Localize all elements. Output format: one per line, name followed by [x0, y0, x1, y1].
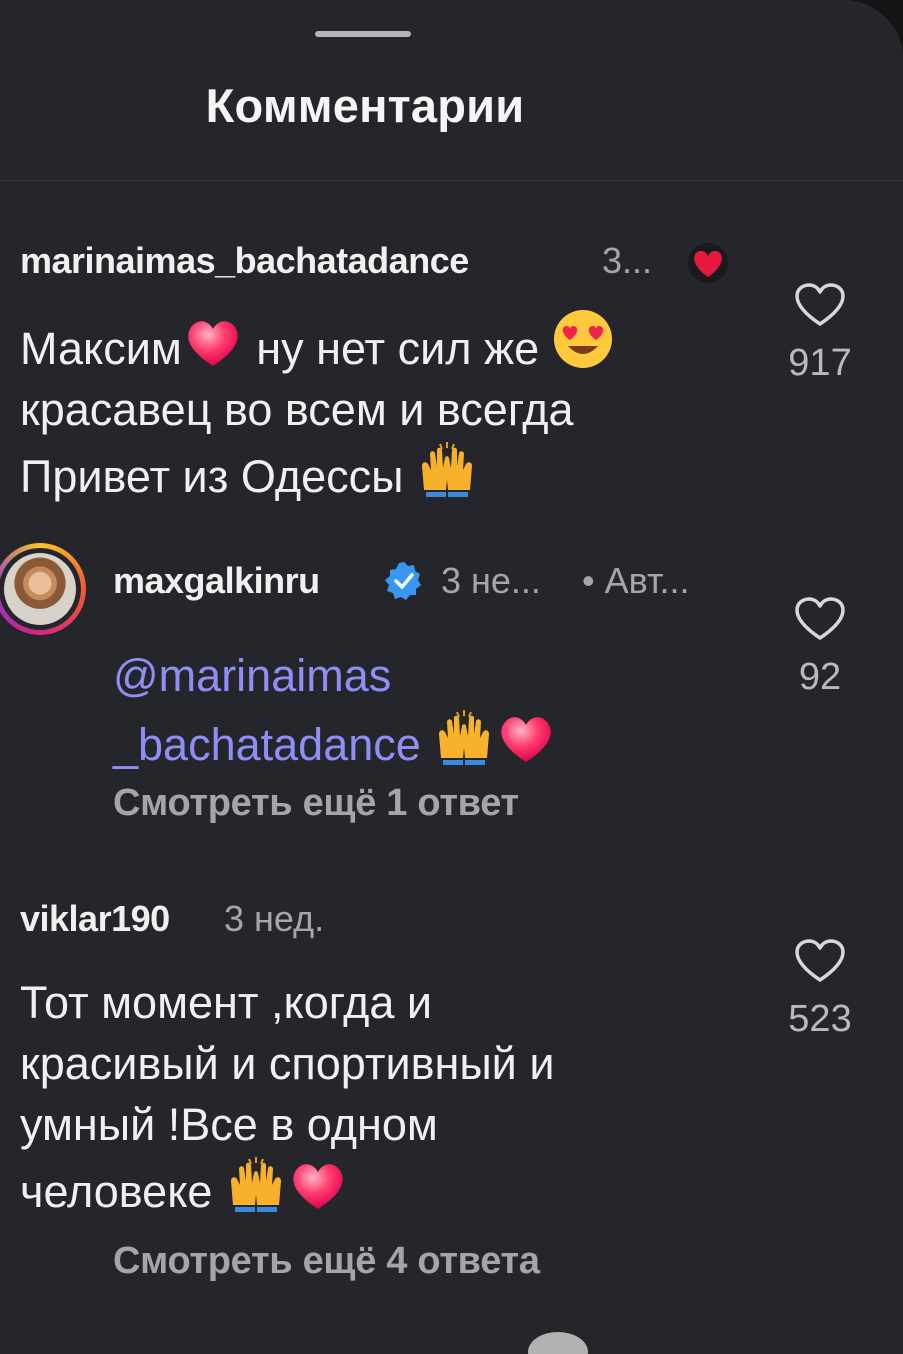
heart-eyes-emoji-icon — [553, 310, 612, 368]
next-avatar-peek — [528, 1332, 588, 1354]
comment-text-part: ну нет сил же — [243, 323, 552, 374]
reply-time: 3 не... — [441, 560, 541, 601]
view-more-replies-button[interactable]: Смотреть ещё 4 ответа — [113, 1240, 540, 1283]
user-mention-link[interactable]: _bachatadance — [113, 719, 421, 770]
comment-username[interactable]: viklar190 — [20, 898, 170, 940]
avatar-story-ring[interactable] — [0, 543, 86, 635]
raising-hands-emoji-icon — [439, 710, 490, 765]
header-divider — [0, 180, 903, 181]
comment-username[interactable]: marinaimas_bachatadance — [20, 240, 469, 282]
drag-handle[interactable] — [315, 31, 411, 37]
like-count: 917 — [788, 342, 852, 384]
comment-text-part: человеке — [20, 1166, 225, 1217]
background-corner — [813, 0, 903, 90]
heart-outline-icon[interactable] — [794, 282, 846, 328]
page-title: Комментарии — [205, 79, 525, 132]
like-button[interactable]: 917 — [780, 282, 860, 385]
comment-text: Максим ну нет сил же красавец во всем и … — [20, 308, 614, 507]
author-badge: • Авт... — [582, 560, 690, 601]
comment-time: 3... — [602, 240, 653, 281]
comment-text-part: Максим — [20, 323, 182, 374]
comments-sheet: Комментарии marinaimas_bachatadance 3...… — [0, 0, 903, 1354]
reply-username[interactable]: maxgalkinru — [113, 560, 320, 602]
comment-text-line: умный !Все в одном — [20, 1099, 438, 1150]
heart-emoji-icon — [188, 321, 238, 366]
raising-hands-emoji-icon — [421, 442, 472, 497]
like-button[interactable]: 92 — [780, 596, 860, 699]
comment-text-line: Тот момент ,когда и — [20, 977, 433, 1028]
heart-outline-icon[interactable] — [794, 938, 846, 984]
view-more-replies-button[interactable]: Смотреть ещё 1 ответ — [113, 782, 519, 825]
comment-text-line: красавец во всем и всегда — [20, 384, 574, 435]
verified-badge-icon — [385, 562, 421, 600]
user-mention-link[interactable]: @marinaimas — [113, 650, 391, 701]
heart-emoji-icon — [293, 1164, 343, 1209]
comment-text-line: красивый и спортивный и — [20, 1038, 555, 1089]
heart-outline-icon[interactable] — [794, 596, 846, 642]
comment-text-part: Привет из Одессы — [20, 451, 416, 502]
author-liked-heart-icon — [688, 243, 728, 283]
raising-hands-emoji-icon — [230, 1157, 281, 1212]
avatar[interactable] — [4, 553, 76, 625]
like-count: 92 — [798, 656, 842, 698]
comment-time: 3 нед. — [224, 898, 325, 939]
reply-text: @marinaimas _bachatadance — [113, 644, 557, 777]
heart-emoji-icon — [501, 717, 552, 762]
like-button[interactable]: 523 — [780, 938, 860, 1041]
like-count: 523 — [788, 998, 852, 1040]
comment-text: Тот момент ,когда и красивый и спортивны… — [20, 972, 554, 1222]
